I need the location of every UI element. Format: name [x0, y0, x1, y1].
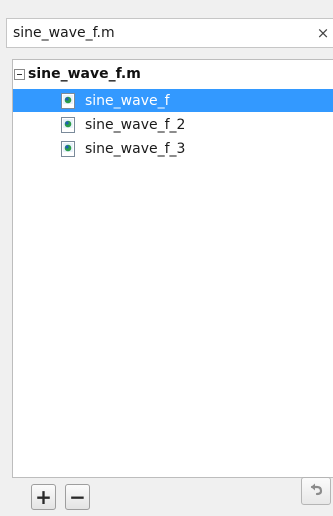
- undo-icon: [308, 481, 324, 501]
- tree-item-sine-wave-f-3[interactable]: sine_wave_f_3: [13, 137, 333, 160]
- model-file-icon: [61, 116, 75, 133]
- tree-item-sine-wave-f[interactable]: sine_wave_f: [13, 89, 333, 112]
- tree-item-sine-wave-f-2[interactable]: sine_wave_f_2: [13, 113, 333, 136]
- tree-root-label: sine_wave_f.m: [28, 66, 141, 82]
- add-button[interactable]: +: [31, 484, 56, 510]
- collapse-toggle-icon[interactable]: [14, 68, 25, 80]
- undo-button[interactable]: [301, 477, 331, 505]
- model-file-icon: [61, 92, 75, 109]
- model-browser-panel: sine_wave_f.m × sine_wave_f.m sine_wave_…: [0, 0, 333, 516]
- model-file-icon: [61, 140, 75, 157]
- tree-root-node[interactable]: sine_wave_f.m: [13, 64, 141, 84]
- tree-item-label: sine_wave_f_3: [85, 140, 186, 157]
- model-tree: sine_wave_f.m sine_wave_f sine_wave_f_2 …: [12, 59, 333, 478]
- plus-icon: +: [35, 485, 52, 509]
- search-input[interactable]: sine_wave_f.m ×: [6, 18, 333, 48]
- tree-item-label: sine_wave_f: [85, 92, 170, 109]
- clear-search-button[interactable]: ×: [313, 19, 333, 47]
- remove-button[interactable]: −: [65, 484, 90, 510]
- minus-icon: −: [69, 485, 86, 509]
- search-value: sine_wave_f.m: [13, 25, 115, 41]
- tree-item-label: sine_wave_f_2: [85, 116, 186, 133]
